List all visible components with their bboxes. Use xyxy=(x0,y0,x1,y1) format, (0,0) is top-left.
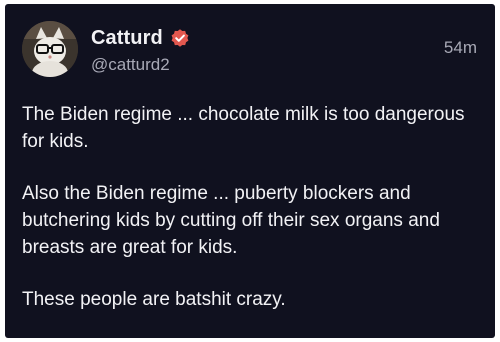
post-text: The Biden regime ... chocolate milk is t… xyxy=(22,101,482,338)
author-display-name[interactable]: Catturd xyxy=(91,27,163,50)
cat-avatar-icon xyxy=(22,21,78,77)
author-name-row: Catturd xyxy=(91,25,190,51)
verified-badge-icon xyxy=(170,28,190,48)
post-paragraph: The Biden regime ... chocolate milk is t… xyxy=(22,104,465,152)
post-paragraph: Also the Biden regime ... puberty blocke… xyxy=(22,183,440,258)
post-paragraph: These people are batshit crazy. xyxy=(22,289,286,310)
post-card[interactable]: Catturd @catturd2 54m The Biden regime .… xyxy=(5,4,495,338)
avatar[interactable] xyxy=(22,21,78,77)
post-timestamp[interactable]: 54m xyxy=(444,38,477,58)
author-handle[interactable]: @catturd2 xyxy=(91,55,170,75)
